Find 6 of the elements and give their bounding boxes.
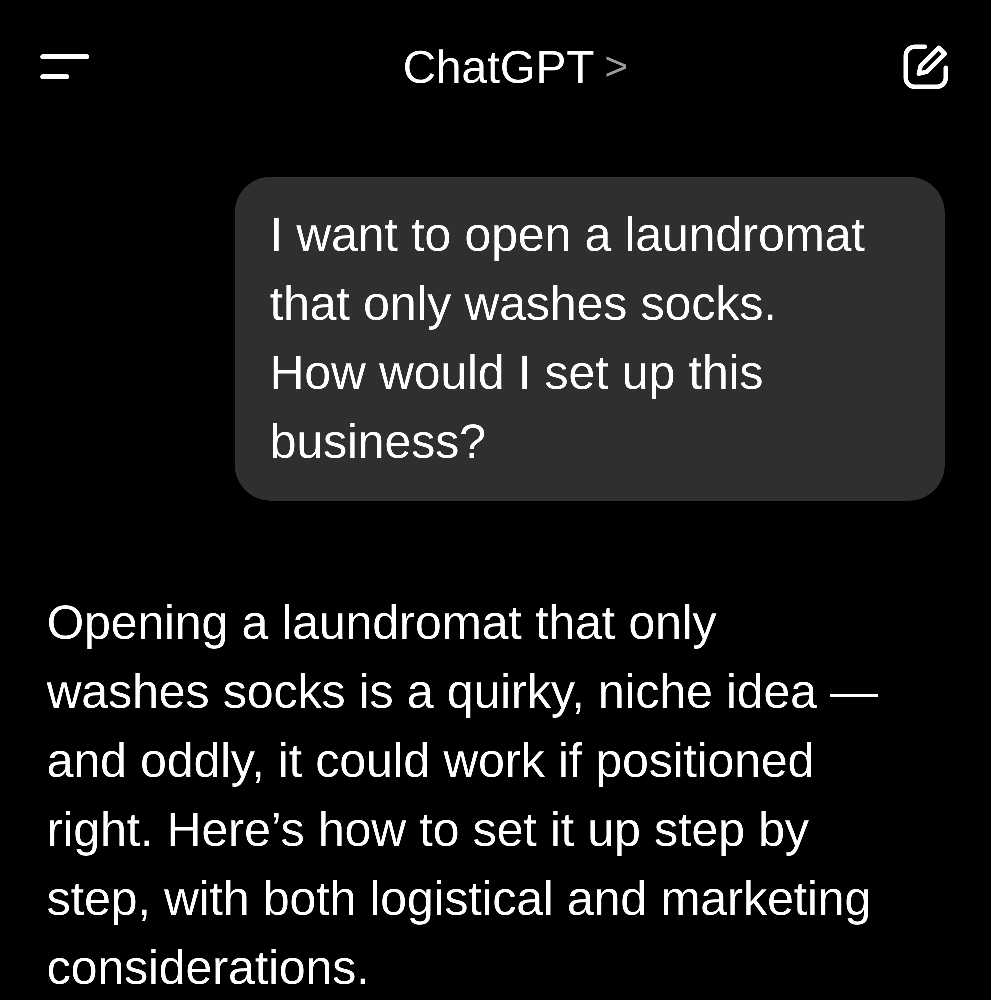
app-title[interactable]: ChatGPT xyxy=(402,40,595,94)
compose-icon[interactable] xyxy=(901,42,951,92)
chevron[interactable]: > xyxy=(604,44,628,90)
menu-icon[interactable] xyxy=(40,53,90,81)
user-message-bubble: I want to open a laundromat that only washes socks. How would I set up this business? xyxy=(235,177,945,501)
assistant-message: Opening a laundromat that only washes socks is a quirky, niche idea — and oddly, it could work if positioned right. Here’s how to set it up step by step, with both logistical and marketing considerations. xyxy=(47,596,880,997)
